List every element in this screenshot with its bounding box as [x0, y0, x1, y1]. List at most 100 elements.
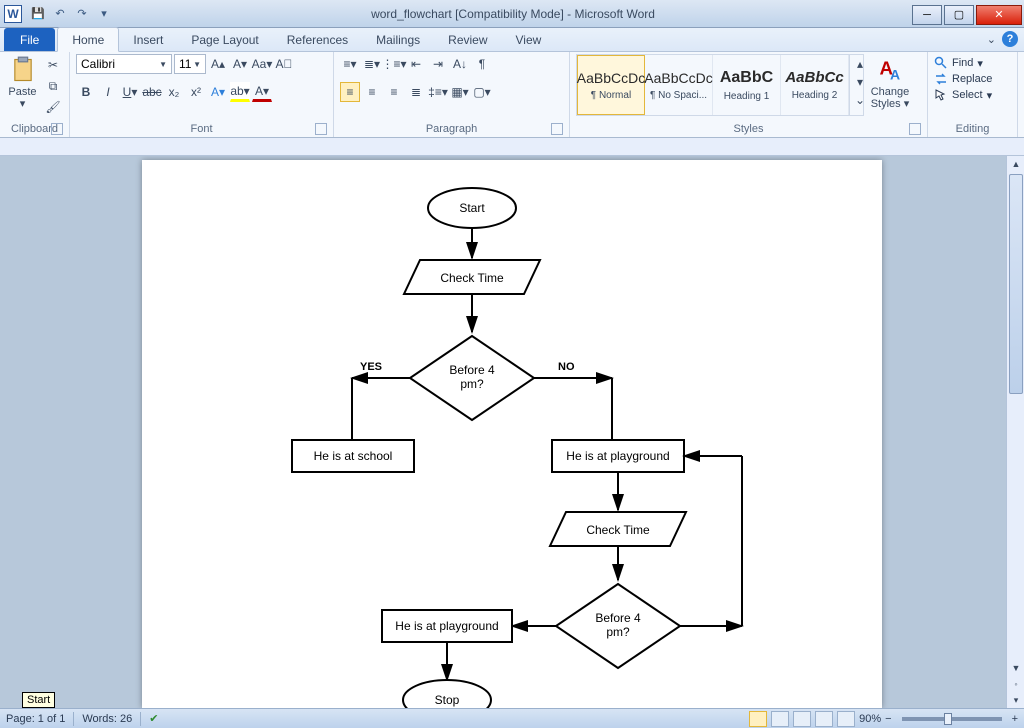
- tab-references[interactable]: References: [273, 28, 362, 51]
- flow-playground-1: He is at playground: [566, 449, 669, 463]
- strikethrough-button[interactable]: abc: [142, 82, 162, 102]
- style-heading-2[interactable]: AaBbCcHeading 2: [781, 55, 849, 115]
- paste-label: Paste: [8, 86, 36, 98]
- help-icon[interactable]: ?: [1002, 31, 1018, 47]
- outline-view-icon[interactable]: [815, 711, 833, 727]
- increase-indent-icon[interactable]: ⇥: [428, 54, 448, 74]
- find-icon: [934, 56, 948, 70]
- subscript-button[interactable]: x₂: [164, 82, 184, 102]
- window-controls: ─ ▢ ✕: [912, 3, 1024, 25]
- align-left-icon[interactable]: ≡: [340, 82, 360, 102]
- proofing-icon[interactable]: ✔: [149, 712, 158, 725]
- next-page-icon[interactable]: ▾: [1007, 692, 1024, 708]
- highlight-icon[interactable]: ab▾: [230, 82, 250, 102]
- scroll-up-icon[interactable]: ▲: [1007, 156, 1024, 172]
- align-center-icon[interactable]: ≡: [362, 82, 382, 102]
- minimize-button[interactable]: ─: [912, 5, 942, 25]
- justify-icon[interactable]: ≣: [406, 82, 426, 102]
- qat-customize-icon[interactable]: ▾: [94, 4, 114, 24]
- flow-check-time-1: Check Time: [440, 271, 504, 285]
- underline-button[interactable]: U▾: [120, 82, 140, 102]
- status-page[interactable]: Page: 1 of 1: [6, 713, 65, 725]
- tab-insert[interactable]: Insert: [119, 28, 177, 51]
- format-painter-icon[interactable]: 🖌: [43, 98, 63, 116]
- italic-button[interactable]: I: [98, 82, 118, 102]
- decrease-indent-icon[interactable]: ⇤: [406, 54, 426, 74]
- title-bar: W 💾 ↶ ↷ ▾ word_flowchart [Compatibility …: [0, 0, 1024, 28]
- replace-icon: [934, 72, 948, 86]
- tab-page-layout[interactable]: Page Layout: [177, 28, 272, 51]
- tab-view[interactable]: View: [502, 28, 556, 51]
- style-normal[interactable]: AaBbCcDc¶ Normal: [577, 55, 645, 115]
- scroll-thumb[interactable]: [1009, 174, 1023, 394]
- draft-view-icon[interactable]: [837, 711, 855, 727]
- document-page[interactable]: Start Check Time YES NO Before 4 pm? He …: [142, 160, 882, 708]
- web-layout-view-icon[interactable]: [793, 711, 811, 727]
- prev-page-icon[interactable]: ◦: [1007, 676, 1024, 692]
- clear-formatting-icon[interactable]: A⃠: [274, 54, 294, 74]
- tab-home[interactable]: Home: [57, 27, 119, 52]
- font-color-icon[interactable]: A▾: [252, 82, 272, 102]
- zoom-slider[interactable]: [902, 717, 1002, 721]
- flow-decision-1b: pm?: [460, 377, 484, 391]
- redo-icon[interactable]: ↷: [72, 4, 92, 24]
- style-heading-1[interactable]: AaBbCHeading 1: [713, 55, 781, 115]
- align-right-icon[interactable]: ≡: [384, 82, 404, 102]
- print-layout-view-icon[interactable]: [749, 711, 767, 727]
- document-area: Start Check Time YES NO Before 4 pm? He …: [0, 156, 1024, 708]
- file-tab[interactable]: File: [4, 28, 55, 51]
- text-effects-icon[interactable]: A▾: [208, 82, 228, 102]
- grow-font-icon[interactable]: A▴: [208, 54, 228, 74]
- font-name-select[interactable]: Calibri▼: [76, 54, 172, 74]
- copy-icon[interactable]: ⧉: [43, 77, 63, 95]
- window-title: word_flowchart [Compatibility Mode] - Mi…: [114, 7, 912, 21]
- styles-launcher-icon[interactable]: [909, 123, 921, 135]
- maximize-button[interactable]: ▢: [944, 5, 974, 25]
- full-screen-view-icon[interactable]: [771, 711, 789, 727]
- tab-review[interactable]: Review: [434, 28, 501, 51]
- style-no-spacing[interactable]: AaBbCcDc¶ No Spaci...: [645, 55, 713, 115]
- select-icon: [934, 88, 948, 102]
- bullets-icon[interactable]: ≡▾: [340, 54, 360, 74]
- bold-button[interactable]: B: [76, 82, 96, 102]
- undo-icon[interactable]: ↶: [50, 4, 70, 24]
- start-tooltip: Start: [22, 692, 55, 708]
- status-words[interactable]: Words: 26: [82, 713, 132, 725]
- numbering-icon[interactable]: ≣▾: [362, 54, 382, 74]
- paste-button[interactable]: Paste▾: [6, 54, 39, 110]
- zoom-level[interactable]: 90%: [859, 713, 881, 725]
- font-size-select[interactable]: 11▼: [174, 54, 206, 74]
- styles-scroll-down-icon[interactable]: ▾: [850, 73, 870, 91]
- save-icon[interactable]: 💾: [28, 4, 48, 24]
- horizontal-ruler[interactable]: [0, 138, 1024, 156]
- scroll-down-icon[interactable]: ▼: [1007, 660, 1024, 676]
- flow-start: Start: [459, 201, 485, 215]
- zoom-in-icon[interactable]: +: [1012, 713, 1018, 725]
- zoom-out-icon[interactable]: −: [885, 713, 891, 725]
- styles-gallery[interactable]: AaBbCcDc¶ Normal AaBbCcDc¶ No Spaci... A…: [576, 54, 864, 116]
- multilevel-list-icon[interactable]: ⋮≡▾: [384, 54, 404, 74]
- show-marks-icon[interactable]: ¶: [472, 54, 492, 74]
- paragraph-launcher-icon[interactable]: [551, 123, 563, 135]
- shrink-font-icon[interactable]: A▾: [230, 54, 250, 74]
- change-case-icon[interactable]: Aa▾: [252, 54, 272, 74]
- line-spacing-icon[interactable]: ‡≡▾: [428, 82, 448, 102]
- superscript-button[interactable]: x²: [186, 82, 206, 102]
- clipboard-launcher-icon[interactable]: [51, 123, 63, 135]
- minimize-ribbon-icon[interactable]: ⌄: [987, 33, 996, 46]
- tab-mailings[interactable]: Mailings: [362, 28, 434, 51]
- close-button[interactable]: ✕: [976, 5, 1022, 25]
- replace-button[interactable]: Replace: [934, 72, 992, 86]
- styles-more-icon[interactable]: ⌄: [850, 91, 870, 109]
- font-launcher-icon[interactable]: [315, 123, 327, 135]
- change-styles-button[interactable]: AA Change Styles ▾: [868, 54, 912, 110]
- vertical-scrollbar[interactable]: ▲ ▼ ◦ ▾: [1006, 156, 1024, 708]
- sort-icon[interactable]: A↓: [450, 54, 470, 74]
- cut-icon[interactable]: ✂: [43, 56, 63, 74]
- shading-icon[interactable]: ▦▾: [450, 82, 470, 102]
- styles-scroll-up-icon[interactable]: ▴: [850, 55, 870, 73]
- select-button[interactable]: Select ▾: [934, 88, 992, 102]
- font-group-label: Font: [190, 123, 212, 135]
- borders-icon[interactable]: ▢▾: [472, 82, 492, 102]
- find-button[interactable]: Find ▾: [934, 56, 992, 70]
